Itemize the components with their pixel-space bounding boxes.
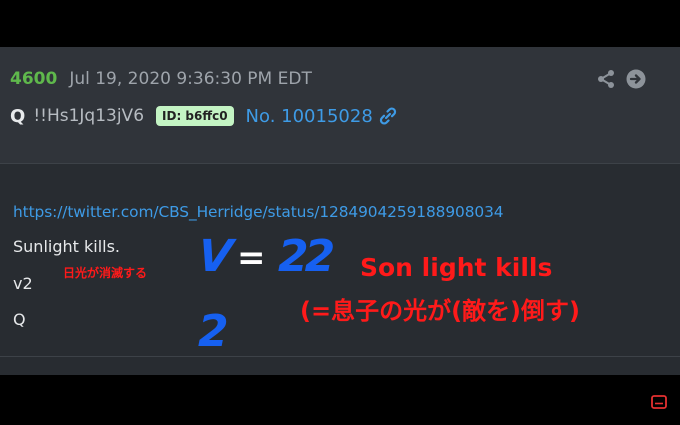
post-line-1: Sunlight kills. (13, 237, 121, 256)
post-number[interactable]: 4600 (10, 69, 57, 89)
post-line-2: v2 (13, 274, 33, 293)
annotation-jp-small: 日光が消滅する (63, 266, 148, 280)
post-id-row: Q !!Hs1Jq13jV6 ID: b6ffc0 No. 10015028 (10, 103, 398, 129)
annotation-equals: = (237, 238, 266, 278)
annotation-22: 22 (278, 231, 335, 282)
post-line-3: Q (13, 310, 26, 329)
share-icon[interactable] (596, 69, 616, 89)
post-header: 4600 Jul 19, 2020 9:36:30 PM EDT Q !!Hs1… (0, 47, 680, 163)
post-number-link[interactable]: No. 10015028 (246, 106, 373, 127)
subtitle-icon[interactable] (650, 393, 668, 411)
post-actions (596, 69, 646, 89)
author-name: Q (10, 105, 26, 127)
header-divider (0, 163, 680, 164)
annotation-son-light-jp: (=息子の光が(敵を)倒す) (300, 297, 580, 325)
id-badge[interactable]: ID: b6ffc0 (156, 106, 234, 126)
post-bottom-divider (0, 356, 680, 357)
post-timestamp: Jul 19, 2020 9:36:30 PM EDT (69, 69, 312, 89)
post-meta-row: 4600 Jul 19, 2020 9:36:30 PM EDT (10, 67, 312, 91)
annotation-son-light: Son light kills (360, 253, 553, 282)
arrow-right-circle-icon[interactable] (626, 69, 646, 89)
annotation-v: V (195, 231, 235, 282)
tripcode: !!Hs1Jq13jV6 (33, 106, 145, 126)
link-icon[interactable] (378, 106, 398, 126)
annotation-2: 2 (198, 306, 229, 357)
tweet-link[interactable]: https://twitter.com/CBS_Herridge/status/… (13, 203, 504, 221)
